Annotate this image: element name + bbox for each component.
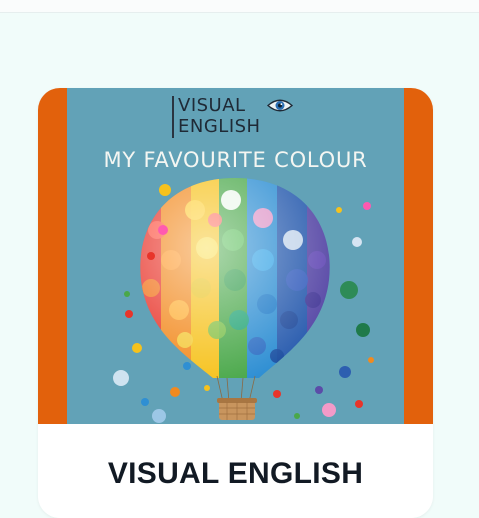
poster-title: MY FAVOURITE COLOUR xyxy=(103,148,368,172)
course-card[interactable]: VISUAL ENGLISH MY FAVOURITE COLOUR VISUA… xyxy=(38,88,433,518)
card-title[interactable]: VISUAL ENGLISH xyxy=(38,457,433,491)
logo-divider xyxy=(172,96,174,138)
top-bar xyxy=(0,0,479,13)
logo-text-line2: ENGLISH xyxy=(178,116,261,137)
card-image[interactable]: VISUAL ENGLISH MY FAVOURITE COLOUR xyxy=(38,88,433,424)
eye-icon xyxy=(267,99,293,112)
logo-text-line1: VISUAL xyxy=(178,95,246,116)
poster-image: VISUAL ENGLISH MY FAVOURITE COLOUR xyxy=(67,88,404,424)
visual-english-logo: VISUAL ENGLISH xyxy=(172,95,307,141)
card-footer: VISUAL ENGLISH xyxy=(38,424,433,518)
hot-air-balloon-illustration xyxy=(113,178,374,423)
